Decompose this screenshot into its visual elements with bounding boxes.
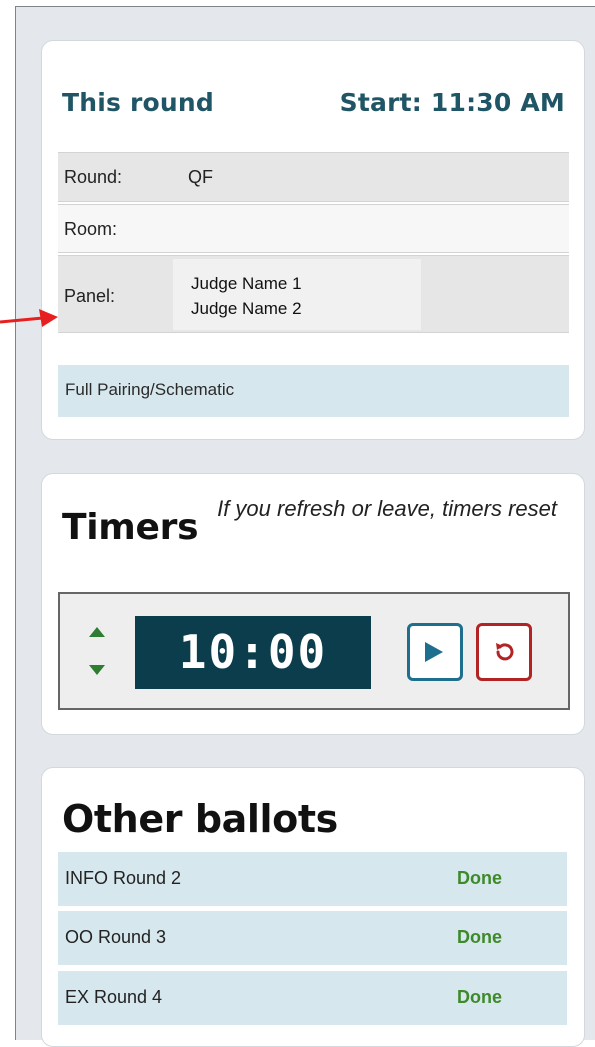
timers-title: Timers xyxy=(62,507,199,548)
panel-label: Panel: xyxy=(64,286,116,306)
round-label: Round: xyxy=(64,167,123,187)
ballot-row[interactable]: EX Round 4 Done xyxy=(58,971,567,1025)
ballot-name: INFO Round 2 xyxy=(65,868,182,888)
reset-icon xyxy=(496,643,514,661)
red-arrow-icon xyxy=(0,309,58,327)
full-pairing-schematic-link[interactable]: Full Pairing/Schematic xyxy=(58,365,569,417)
judge-list: Judge Name 1 Judge Name 2 xyxy=(173,259,421,330)
room-label: Room: xyxy=(64,219,118,239)
ballot-row[interactable]: INFO Round 2 Done xyxy=(58,852,567,906)
ballot-status: Done xyxy=(457,868,502,888)
ballot-name: EX Round 4 xyxy=(65,987,163,1007)
timers-warning-note: If you refresh or leave, timers reset xyxy=(217,496,557,521)
timer-display: 10:00 xyxy=(135,616,371,689)
round-row: Round: QF xyxy=(58,152,569,202)
round-start-time: Start: 11:30 AM xyxy=(339,88,565,117)
ballot-name: OO Round 3 xyxy=(65,927,167,947)
room-row: Room: xyxy=(58,204,569,253)
play-button[interactable] xyxy=(407,623,463,681)
reset-button[interactable] xyxy=(476,623,532,681)
ballot-row[interactable]: OO Round 3 Done xyxy=(58,911,567,965)
panel-row: Panel: Judge Name 1 Judge Name 2 xyxy=(58,255,569,333)
round-title: This round xyxy=(62,88,214,117)
chevron-up-icon[interactable] xyxy=(89,627,105,637)
other-ballots-title: Other ballots xyxy=(62,797,338,841)
round-value: QF xyxy=(188,167,213,187)
judge-name: Judge Name 1 xyxy=(191,274,302,293)
ballot-status: Done xyxy=(457,927,502,947)
play-icon xyxy=(425,642,443,662)
ballot-status: Done xyxy=(457,987,502,1007)
chevron-down-icon[interactable] xyxy=(89,665,105,675)
judge-name: Judge Name 2 xyxy=(191,299,302,318)
